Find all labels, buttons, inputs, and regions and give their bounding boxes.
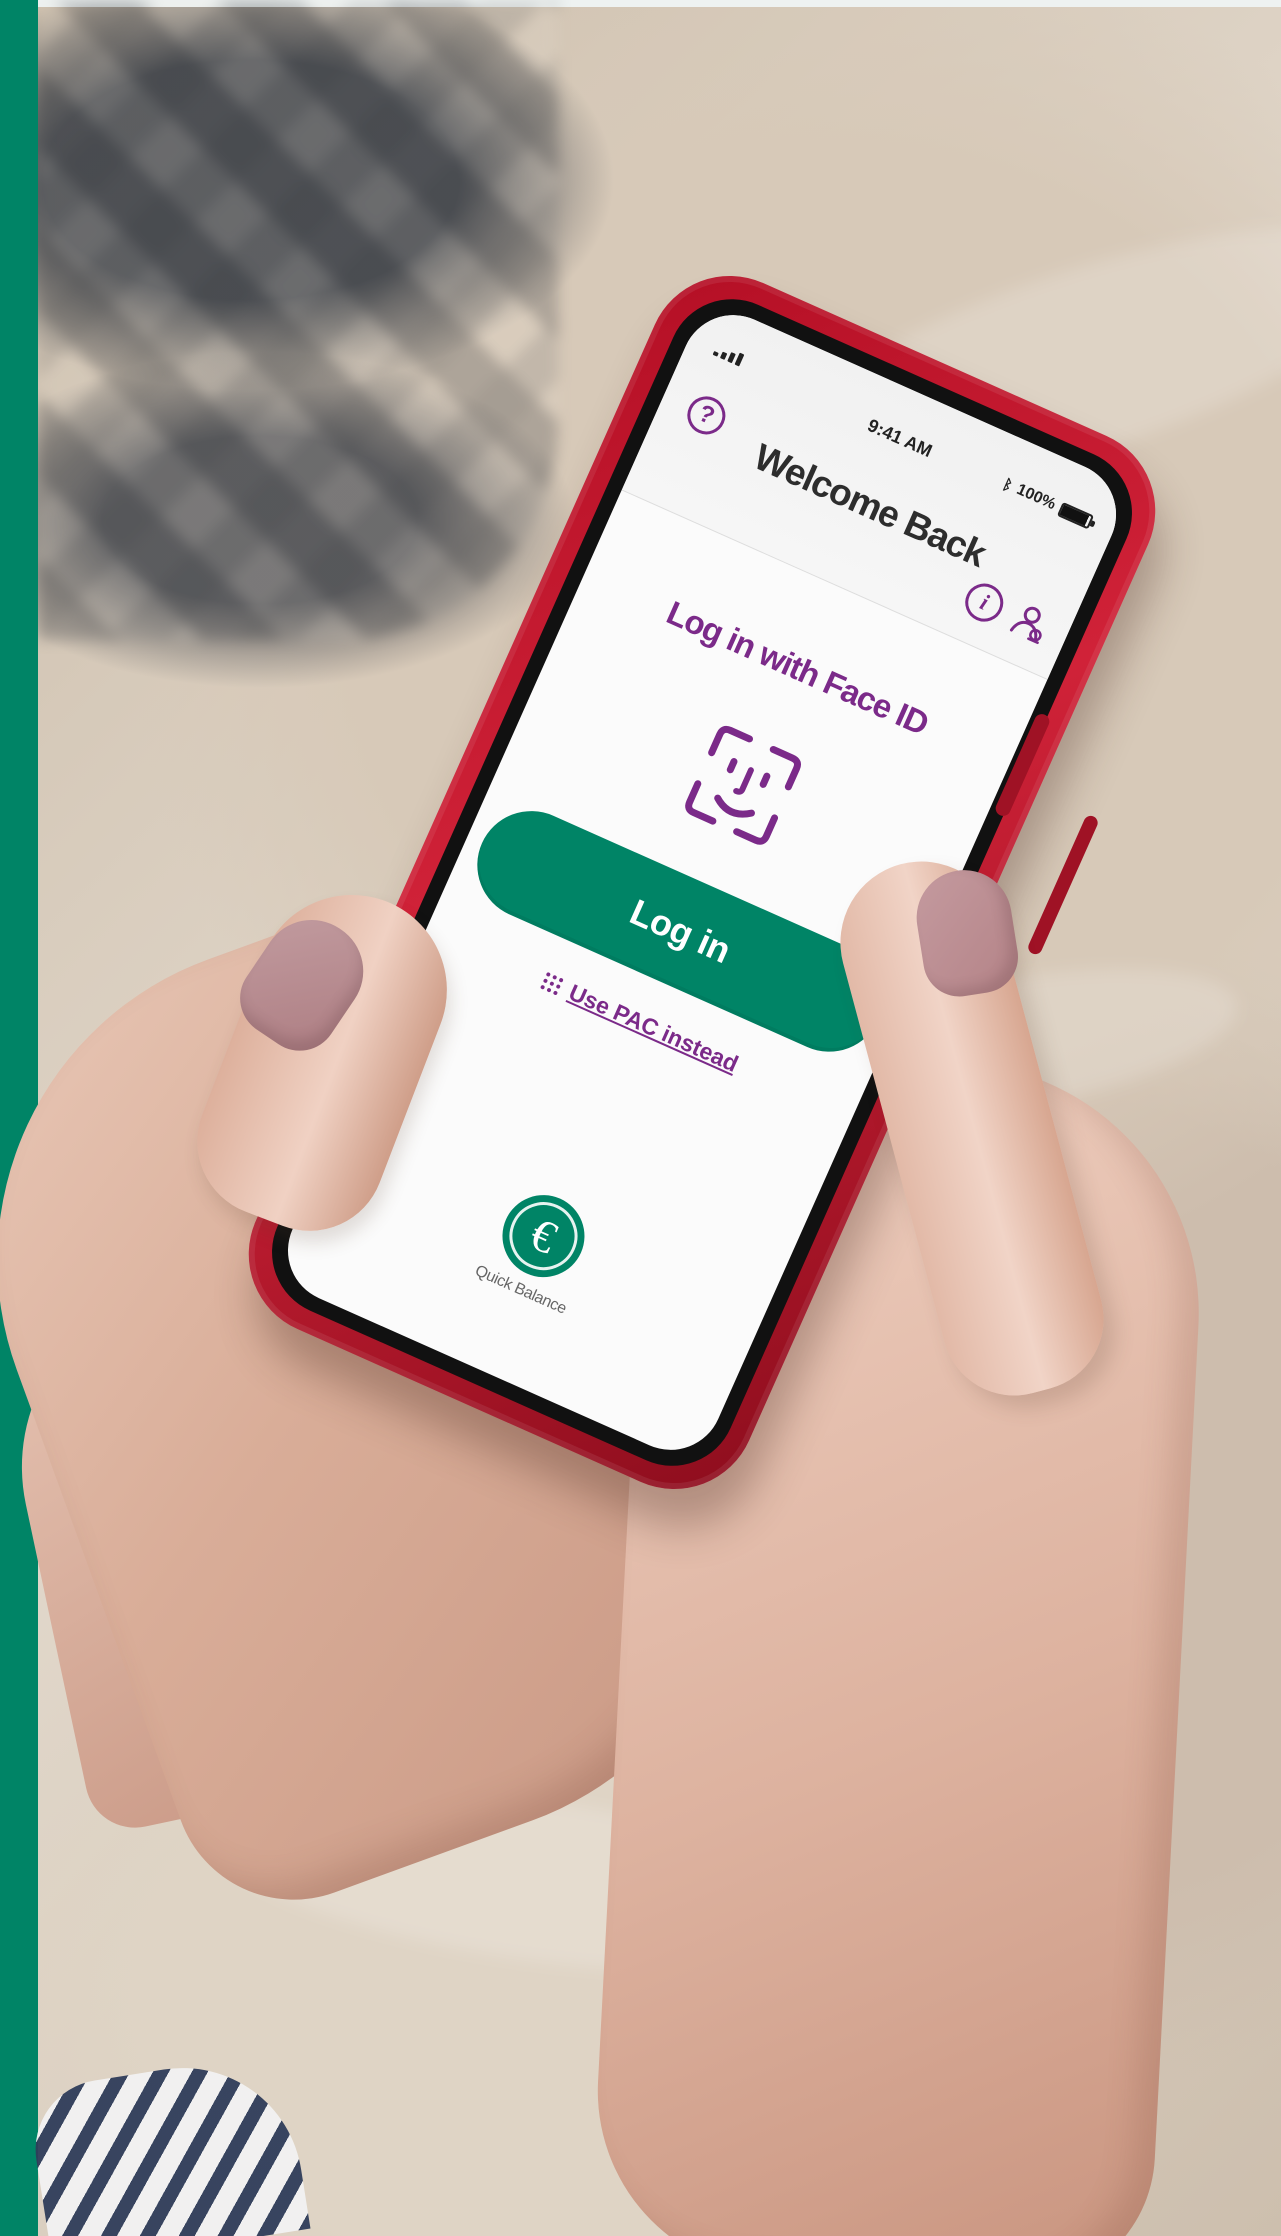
phone-login-scene: 9:41 AM ᛒ 100% ? Welcome Back i Log in w…	[0, 0, 1281, 2236]
euro-icon: €	[522, 1207, 565, 1264]
battery-icon	[1057, 501, 1095, 530]
phone-side-button	[1026, 813, 1100, 957]
quick-balance[interactable]: € Quick Balance	[427, 1167, 634, 1369]
face-id-icon	[657, 699, 829, 871]
battery-status: ᛒ 100%	[1000, 475, 1095, 530]
info-icon: i	[976, 589, 993, 615]
keypad-icon	[538, 968, 566, 998]
striped-sleeve	[25, 2050, 311, 2236]
background-pattern	[38, 0, 558, 640]
